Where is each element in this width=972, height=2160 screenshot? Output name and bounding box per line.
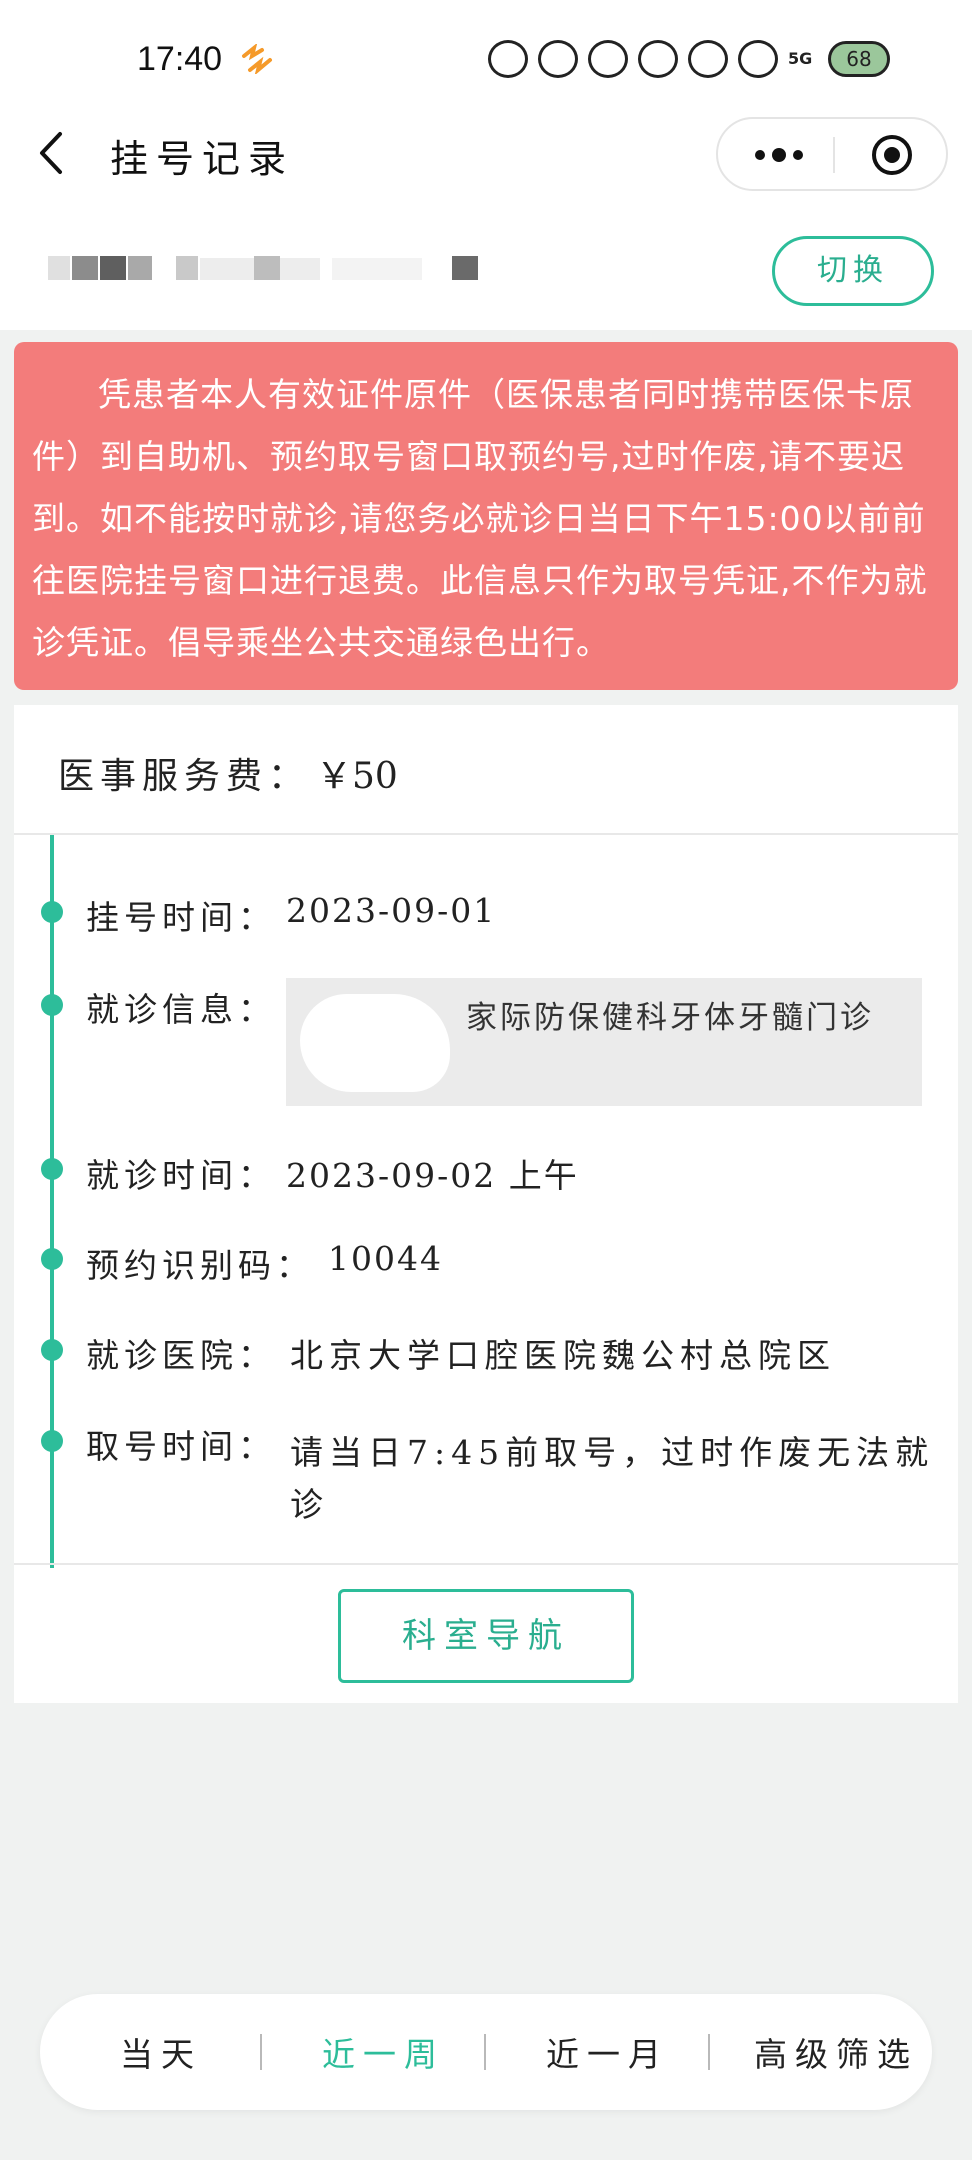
back-arrow-icon[interactable]	[34, 128, 70, 178]
charging-bolt-icon	[242, 44, 272, 74]
hospital-value: 北京大学口腔医院魏公村总院区	[290, 1336, 836, 1375]
filter-month[interactable]: 近一月	[546, 2028, 669, 2076]
filter-divider	[708, 2034, 710, 2070]
filter-divider	[260, 2034, 262, 2070]
timeline-line	[50, 835, 54, 1568]
timeline-dot	[41, 1339, 63, 1361]
department-navigation-button[interactable]: 科室导航	[338, 1589, 634, 1683]
status-time: 17:40	[137, 40, 223, 78]
capsule-divider	[833, 137, 835, 173]
booking-code-label: 预约识别码：	[86, 1246, 314, 1285]
patient-id-redacted	[48, 256, 478, 280]
notification-icon	[638, 40, 678, 78]
visit-info-value: 家际防保健科牙体牙髓门诊	[466, 1000, 874, 1036]
miniprogram-capsule	[716, 117, 948, 191]
timeline-dot	[41, 1430, 63, 1452]
battery-icon: 68	[828, 41, 890, 77]
redaction-blob	[300, 994, 450, 1092]
registration-card: 医事服务费： ￥50 挂号时间： 2023-09-01 就诊信息： 家际防保健科…	[14, 705, 958, 1703]
timeline-dot	[41, 1248, 63, 1270]
filter-divider	[484, 2034, 486, 2070]
notice-banner: 凭患者本人有效证件原件（医保患者同时携带医保卡原件）到自助机、预约取号窗口取预约…	[14, 342, 958, 690]
pickup-time-value: 请当日7:45前取号，过时作废无法就诊	[290, 1433, 935, 1524]
fee-label: 医事服务费：	[58, 756, 311, 797]
switch-patient-button[interactable]: 切换	[772, 236, 934, 306]
register-time-label: 挂号时间：	[86, 898, 276, 937]
timeline-dot	[41, 1158, 63, 1180]
register-time-value: 2023-09-01	[286, 891, 497, 930]
fee-value: ￥50	[316, 756, 398, 797]
visit-time-label: 就诊时间：	[86, 1156, 276, 1195]
filter-today[interactable]: 当天	[120, 2028, 202, 2076]
visit-info-label: 就诊信息：	[86, 990, 276, 1029]
timeline-dot	[41, 994, 63, 1016]
date-filter-bar: 当天 近一周 近一月 高级筛选	[40, 1994, 932, 2110]
hd-icon	[688, 40, 728, 78]
booking-code-value: 10044	[328, 1239, 443, 1278]
fee-row: 医事服务费： ￥50	[14, 705, 958, 835]
divider	[14, 1563, 958, 1565]
filter-week[interactable]: 近一周	[322, 2028, 445, 2076]
pickup-time-label: 取号时间：	[86, 1427, 276, 1466]
close-target-icon[interactable]	[870, 133, 914, 177]
status-icons: 5G 68	[488, 36, 898, 82]
wifi-icon	[738, 40, 778, 78]
notification-icon	[588, 40, 628, 78]
filter-advanced[interactable]: 高级筛选	[754, 2028, 918, 2076]
hospital-label: 就诊医院：	[86, 1336, 276, 1375]
signal-icon: 5G	[788, 49, 813, 68]
page-title: 挂号记录	[110, 137, 295, 181]
visit-info-box: 家际防保健科牙体牙髓门诊	[286, 978, 922, 1106]
visit-time-value: 2023-09-02 上午	[286, 1156, 579, 1195]
notification-icon	[538, 40, 578, 78]
timeline-dot	[41, 901, 63, 923]
notification-icon	[488, 40, 528, 78]
more-icon[interactable]	[752, 146, 806, 164]
